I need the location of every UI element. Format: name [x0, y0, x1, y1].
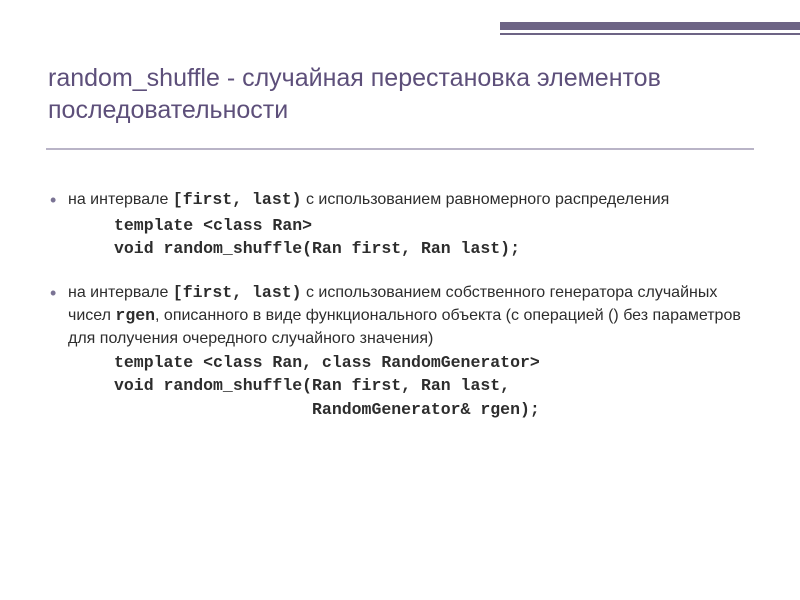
thin-bar — [500, 33, 800, 35]
bullet-1: на интервале [first, last) с использован… — [48, 188, 756, 212]
title-underline — [46, 148, 754, 150]
slide-content: на интервале [first, last) с использован… — [48, 188, 756, 421]
b1-line1: template <class Ran> — [48, 214, 756, 237]
b1-line2: void random_shuffle(Ran first, Ran last)… — [48, 237, 756, 260]
slide-title: random_shuffle - случайная перестановка … — [48, 62, 752, 126]
b2-code1: [first, last) — [173, 283, 302, 302]
bullet-2: на интервале [first, last) с использован… — [48, 281, 756, 351]
b2-post: , описанного в виде функционального объе… — [68, 307, 741, 347]
b1-code1: [first, last) — [173, 190, 302, 209]
b2-line3: RandomGenerator& rgen); — [48, 398, 756, 421]
b2-code2: rgen — [115, 306, 155, 325]
slide: random_shuffle - случайная перестановка … — [0, 0, 800, 600]
b1-pre: на интервале — [68, 191, 173, 208]
b2-line2: void random_shuffle(Ran first, Ran last, — [48, 374, 756, 397]
b2-pre: на интервале — [68, 284, 173, 301]
b2-line1: template <class Ran, class RandomGenerat… — [48, 351, 756, 374]
b1-post: с использованием равномерного распределе… — [302, 191, 670, 208]
thick-bar — [500, 22, 800, 30]
top-decoration — [0, 18, 800, 40]
spacer — [48, 261, 756, 281]
